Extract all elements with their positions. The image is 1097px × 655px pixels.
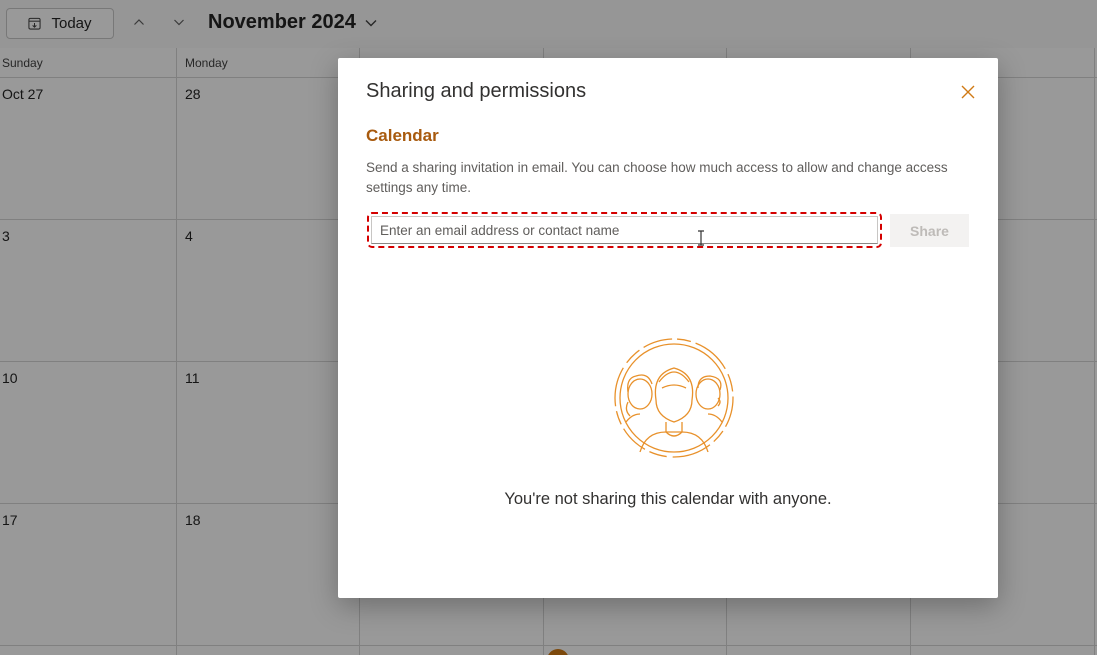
- text-cursor-icon: [698, 230, 704, 246]
- people-sharing-illustration-icon: [614, 338, 734, 458]
- email-input[interactable]: [371, 216, 878, 244]
- dialog-description: Send a sharing invitation in email. You …: [366, 160, 948, 195]
- empty-state-message: You're not sharing this calendar with an…: [504, 490, 832, 508]
- share-button[interactable]: Share: [890, 214, 969, 247]
- close-icon: [961, 85, 975, 99]
- email-field-highlight: [367, 212, 882, 248]
- sharing-dialog: Sharing and permissions Calendar Send a …: [338, 58, 998, 598]
- dialog-title: Sharing and permissions: [366, 80, 587, 102]
- close-button[interactable]: [958, 82, 978, 102]
- calendar-name: Calendar: [366, 126, 439, 145]
